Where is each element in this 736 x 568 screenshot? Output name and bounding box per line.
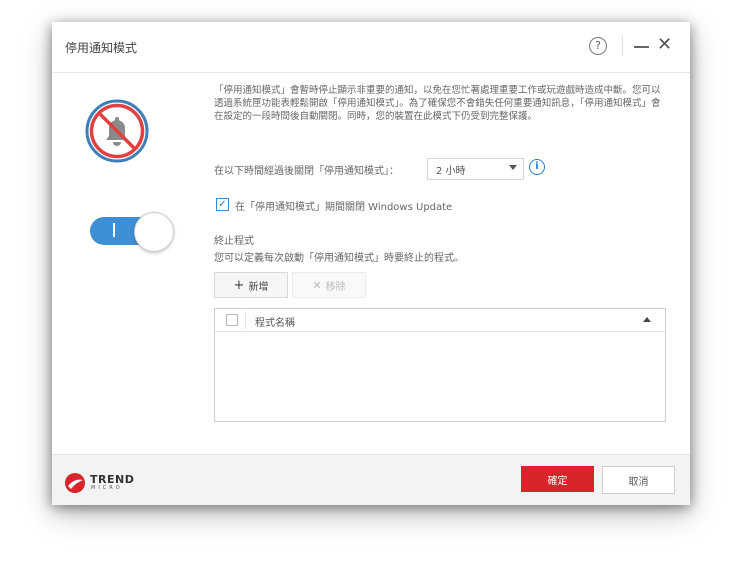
settings-content: 「停用通知模式」會暫時停止顯示非重要的通知，以免在您忙著處理重要工作或玩遊戲時造…	[214, 84, 669, 123]
mode-description: 「停用通知模式」會暫時停止顯示非重要的通知，以免在您忙著處理重要工作或玩遊戲時造…	[214, 85, 661, 122]
program-table: 程式名稱	[214, 308, 666, 422]
windows-update-label: 在「停用通知模式」期間關閉 Windows Update	[235, 202, 453, 213]
blocked-programs-section: 終止程式 您可以定義每次啟動「停用通知模式」時要終止的程式。	[214, 232, 654, 264]
blocked-programs-description: 您可以定義每次啟動「停用通知模式」時要終止的程式。	[214, 253, 464, 264]
plus-icon: +	[233, 277, 245, 293]
windows-update-checkbox[interactable]: ✓	[216, 198, 229, 211]
header-divider	[245, 311, 246, 329]
toggle-on-mark	[113, 223, 115, 237]
chevron-down-icon	[509, 165, 517, 170]
dialog-footer: TREND MICRO 確定 取消	[52, 454, 690, 505]
timer-select[interactable]: 2 小時	[427, 158, 524, 180]
program-table-header: 程式名稱	[215, 309, 665, 332]
logo-subtext: MICRO	[91, 485, 123, 491]
add-button-label: 新增	[248, 281, 269, 293]
x-icon: ✕	[312, 278, 322, 292]
windows-update-row: ✓ 在「停用通知模式」期間關閉 Windows Update	[216, 198, 656, 214]
info-icon[interactable]: i	[529, 159, 545, 175]
toggle-knob[interactable]	[134, 212, 174, 252]
ok-button[interactable]: 確定	[521, 466, 594, 492]
window-title: 停用通知模式	[65, 41, 138, 55]
dialog-window: 停用通知模式 ? ✕ 「停用通知模式」會暫時停止顯示非重要的通知，以免在您忙著處…	[52, 22, 690, 505]
remove-program-button[interactable]: ✕ 移除	[292, 272, 366, 298]
select-all-checkbox[interactable]	[226, 314, 238, 326]
help-icon[interactable]: ?	[589, 37, 607, 55]
sort-ascending-icon[interactable]	[643, 317, 651, 322]
timer-value: 2 小時	[436, 166, 466, 177]
timer-row: 在以下時間經過後關閉「停用通知模式」： 2 小時 i	[214, 158, 674, 182]
cancel-button[interactable]: 取消	[602, 466, 675, 494]
timer-label: 在以下時間經過後關閉「停用通知模式」：	[214, 166, 399, 177]
title-separator	[622, 36, 623, 56]
dnd-toggle-switch[interactable]	[90, 212, 176, 252]
program-name-column-header[interactable]: 程式名稱	[255, 314, 295, 329]
close-icon[interactable]: ✕	[657, 34, 672, 56]
notification-off-bell-icon	[85, 99, 149, 163]
add-program-button[interactable]: + 新增	[214, 272, 288, 298]
remove-button-label: 移除	[325, 281, 346, 293]
blocked-programs-title: 終止程式	[214, 236, 254, 247]
minimize-icon[interactable]	[632, 35, 652, 57]
trend-micro-logo: TREND MICRO	[64, 472, 154, 494]
trend-micro-logo-mark-icon	[65, 473, 85, 493]
title-bar: 停用通知模式 ? ✕	[52, 22, 690, 73]
